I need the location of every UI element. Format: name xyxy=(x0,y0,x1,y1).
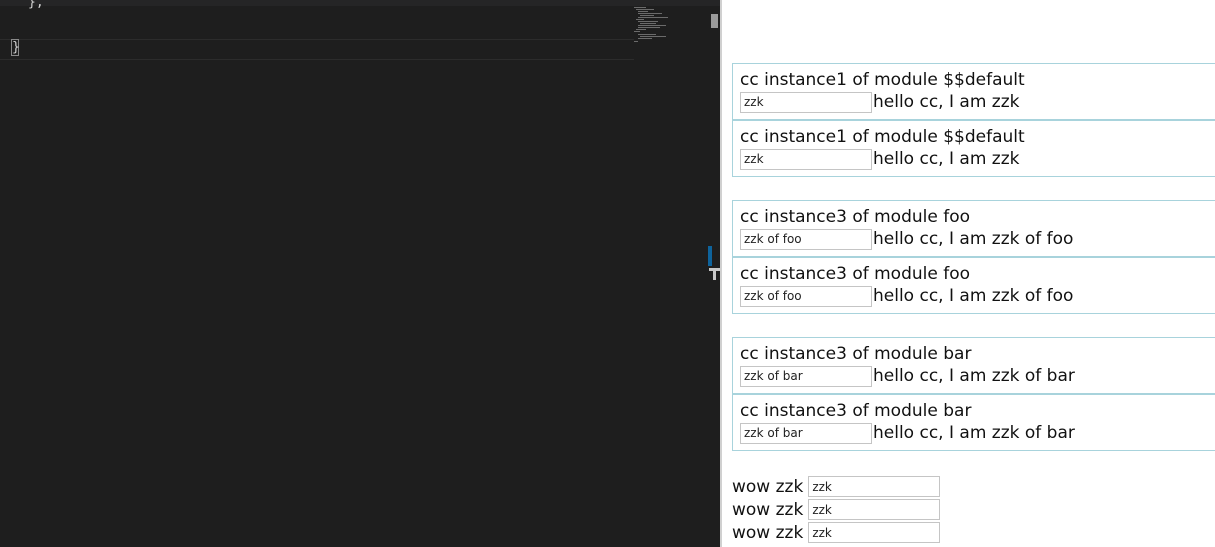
greeting-text: hello cc, I am zzk xyxy=(873,92,1020,112)
module-group-bar: cc instance3 of module bar hello cc, I a… xyxy=(732,337,1215,451)
wow-row: wow zzk xyxy=(732,498,941,521)
module-group-foo: cc instance3 of module foo hello cc, I a… xyxy=(732,200,1215,314)
name-input[interactable] xyxy=(740,228,872,250)
greeting-text: hello cc, I am zzk of bar xyxy=(873,423,1075,443)
card-title: cc instance3 of module foo xyxy=(740,207,971,227)
current-line-highlight xyxy=(0,39,634,60)
editor-tab-strip xyxy=(0,0,720,6)
wow-label: wow zzk xyxy=(732,499,804,520)
card-title: cc instance1 of module $$default xyxy=(740,127,1025,147)
instance-card: cc instance3 of module bar hello cc, I a… xyxy=(732,337,1215,394)
module-group-default: cc instance1 of module $$default hello c… xyxy=(732,63,1215,177)
name-input[interactable] xyxy=(740,148,872,170)
name-input[interactable] xyxy=(740,91,872,113)
wow-input[interactable] xyxy=(808,499,941,520)
split-sash[interactable] xyxy=(708,246,712,266)
instance-card: cc instance3 of module foo hello cc, I a… xyxy=(732,257,1215,314)
wow-label: wow zzk xyxy=(732,476,804,497)
wow-input[interactable] xyxy=(808,476,941,497)
editor-scrollbar[interactable] xyxy=(711,14,718,28)
greeting-text: hello cc, I am zzk of foo xyxy=(873,229,1074,249)
card-title: cc instance3 of module bar xyxy=(740,401,972,421)
instance-card: cc instance1 of module $$default hello c… xyxy=(732,63,1215,120)
card-title: cc instance3 of module bar xyxy=(740,344,972,364)
name-input[interactable] xyxy=(740,285,872,307)
greeting-text: hello cc, I am zzk of foo xyxy=(873,286,1074,306)
wow-row: wow zzk xyxy=(732,475,941,498)
greeting-text: hello cc, I am zzk of bar xyxy=(873,366,1075,386)
text-cursor-icon xyxy=(709,268,720,280)
instance-card: cc instance1 of module $$default hello c… xyxy=(732,120,1215,177)
card-title: cc instance3 of module foo xyxy=(740,264,971,284)
code-line[interactable]: }, xyxy=(28,0,44,12)
preview-pane: cc instance1 of module $$default hello c… xyxy=(722,0,1215,547)
wow-label: wow zzk xyxy=(732,522,804,543)
wow-row: wow zzk xyxy=(732,521,941,544)
greeting-text: hello cc, I am zzk xyxy=(873,149,1020,169)
instance-card: cc instance3 of module bar hello cc, I a… xyxy=(732,394,1215,451)
code-editor[interactable]: }, } xyxy=(0,0,720,547)
name-input[interactable] xyxy=(740,365,872,387)
instance-card: cc instance3 of module foo hello cc, I a… xyxy=(732,200,1215,257)
code-line-closing-brace[interactable]: } xyxy=(12,39,20,57)
wow-input[interactable] xyxy=(808,522,941,543)
card-title: cc instance1 of module $$default xyxy=(740,70,1025,90)
name-input[interactable] xyxy=(740,422,872,444)
minimap[interactable] xyxy=(632,6,692,46)
